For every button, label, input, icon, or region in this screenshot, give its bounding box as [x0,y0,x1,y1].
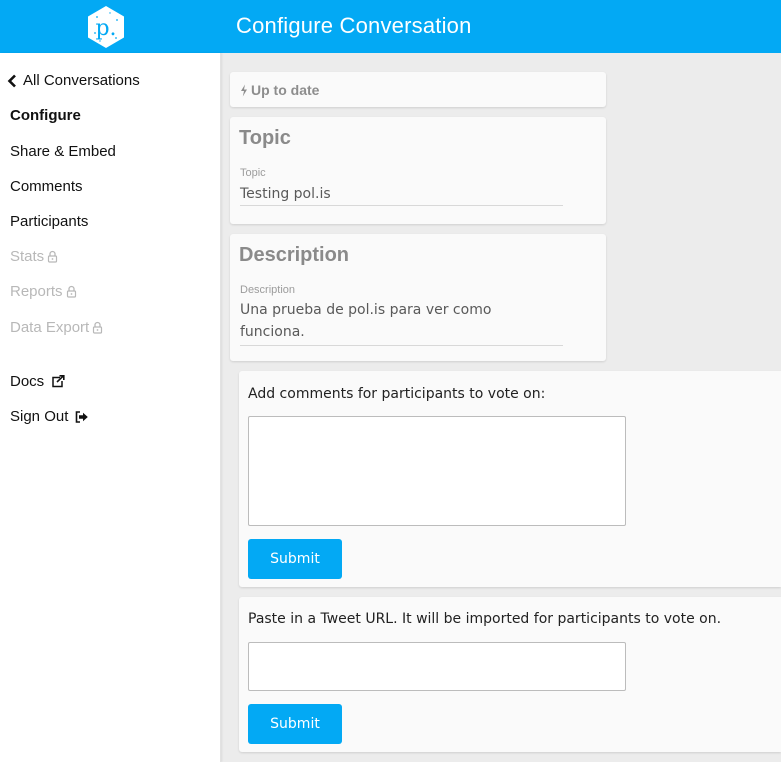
sidebar-item-label: Docs [10,373,45,390]
add-comments-card: Add comments for participants to vote on… [239,371,781,587]
sidebar-item-comments[interactable]: Comments [10,178,83,195]
sidebar-item-share-embed[interactable]: Share & Embed [10,143,116,160]
sidebar-item-label: Comments [10,178,83,195]
topic-field[interactable]: Testing pol.is [240,183,563,206]
status-card: Up to date [230,72,606,107]
description-field[interactable]: Una prueba de pol.is para ver como funci… [240,299,563,346]
sidebar-item-reports: Reports [10,283,77,300]
add-comment-textarea[interactable] [248,416,626,526]
status-indicator: Up to date [240,82,319,98]
chevron-left-icon [7,74,16,87]
lock-icon [48,250,58,263]
logo-cell[interactable]: p. [0,0,221,53]
sidebar-item-configure[interactable]: Configure [10,107,81,124]
sidebar-item-all-conversations[interactable]: All Conversations [7,72,140,89]
sidebar-item-docs[interactable]: Docs [10,373,65,390]
sidebar-item-label: Participants [10,213,89,230]
description-field-label: Description [240,284,296,296]
sidebar-item-participants[interactable]: Participants [10,213,88,230]
lock-icon [93,321,103,334]
description-heading: Description [239,244,350,266]
sidebar-item-label: Stats [10,248,45,265]
sidebar-item-label: Configure [10,107,81,124]
lock-icon [66,285,76,298]
bolt-icon [241,84,247,96]
submit-tweet-button[interactable]: Submit [248,704,342,744]
description-line: funciona. [240,324,305,340]
submit-comment-button[interactable]: Submit [248,539,342,579]
description-card: Description Description Una prueba de po… [230,234,606,361]
topic-field-label: Topic [240,167,266,179]
topic-heading: Topic [239,127,291,149]
sidebar-item-label: Reports [10,283,63,300]
tweet-import-prompt: Paste in a Tweet URL. It will be importe… [248,611,722,627]
external-link-icon [52,375,65,388]
tweet-import-card: Paste in a Tweet URL. It will be importe… [239,597,781,752]
sidebar-item-stats: Stats [10,248,58,265]
sidebar-item-label: Data Export [10,319,90,336]
tweet-url-input[interactable] [248,642,626,691]
description-line: Una prueba de pol.is para ver como [240,302,492,318]
status-text: Up to date [251,82,320,98]
svg-text:p.: p. [95,16,116,41]
add-comments-prompt: Add comments for participants to vote on… [248,386,546,402]
sidebar-item-data-export: Data Export [10,319,103,336]
topic-card: Topic Topic Testing pol.is [230,117,606,224]
page-title: Configure Conversation [236,13,472,38]
sidebar-item-label: All Conversations [23,72,140,89]
polis-logo-icon: p. [88,6,124,48]
top-bar: p. Configure Conversation [0,0,781,53]
sidebar-item-sign-out[interactable]: Sign Out [10,408,89,425]
sign-out-icon [76,410,89,423]
sidebar-item-label: Share & Embed [10,143,116,160]
sidebar-item-label: Sign Out [10,408,69,425]
sidebar: All Conversations Configure Share & Embe… [0,53,221,762]
